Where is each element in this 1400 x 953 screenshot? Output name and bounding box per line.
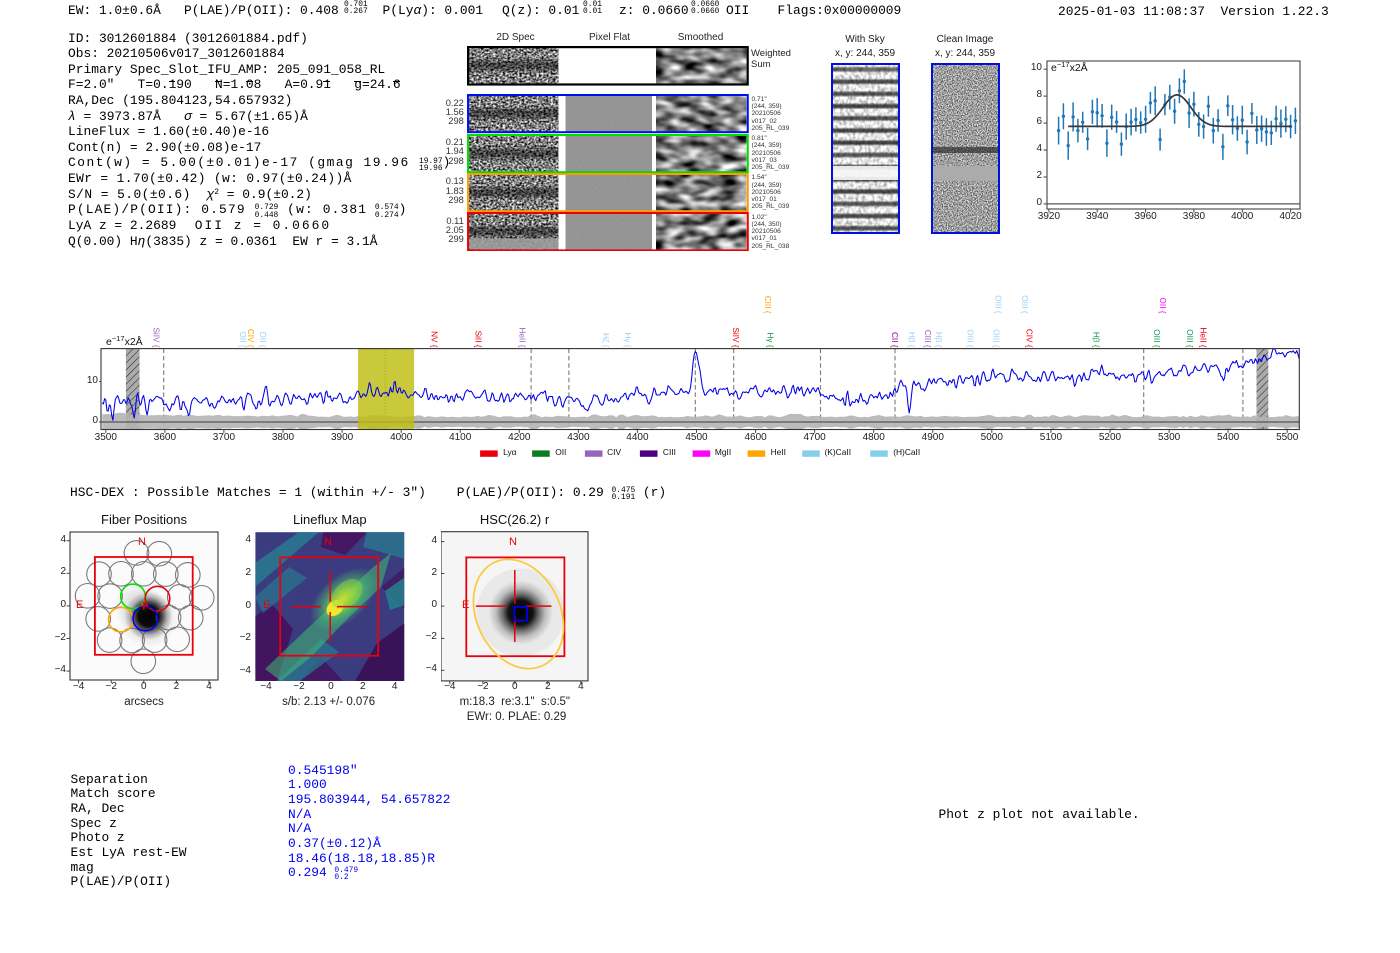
svg-text:SiIV {: SiIV { [151,327,160,347]
svg-text:Hγ {: Hγ { [623,332,632,347]
svg-text:CIII {: CIII { [923,330,932,348]
svg-text:Hβ {: Hβ { [907,332,916,348]
svg-text:Hβ {: Hβ { [934,332,943,348]
svg-text:OIII {: OIII { [1152,329,1161,347]
svg-text:Hζ {: Hζ { [601,333,610,348]
svg-text:HeII {: HeII { [518,327,527,347]
svg-text:OIII {: OIII { [993,295,1002,313]
svg-text:SiIV {: SiIV { [731,327,740,347]
svg-text:OIII {: OIII { [1020,295,1029,313]
svg-text:CIV {: CIV { [246,329,255,348]
svg-text:CII {: CII { [890,332,899,348]
svg-text:HeII {: HeII { [1198,327,1207,347]
svg-text:OII {: OII { [258,332,267,348]
svg-text:OIII {: OIII { [965,329,974,347]
svg-text:Hβ {: Hβ { [1091,332,1100,348]
svg-text:NV {: NV { [430,331,439,348]
svg-text:OII {: OII { [1158,298,1167,314]
svg-text:OIII {: OIII { [991,329,1000,347]
svg-text:OIII {: OIII { [1185,329,1194,347]
svg-text:CIV {: CIV { [1024,329,1033,348]
svg-text:OII {: OII { [238,332,247,348]
svg-text:CIII {: CIII { [763,296,772,314]
svg-text:Hγ {: Hγ { [765,332,774,347]
svg-text:SiII {: SiII { [474,331,483,348]
